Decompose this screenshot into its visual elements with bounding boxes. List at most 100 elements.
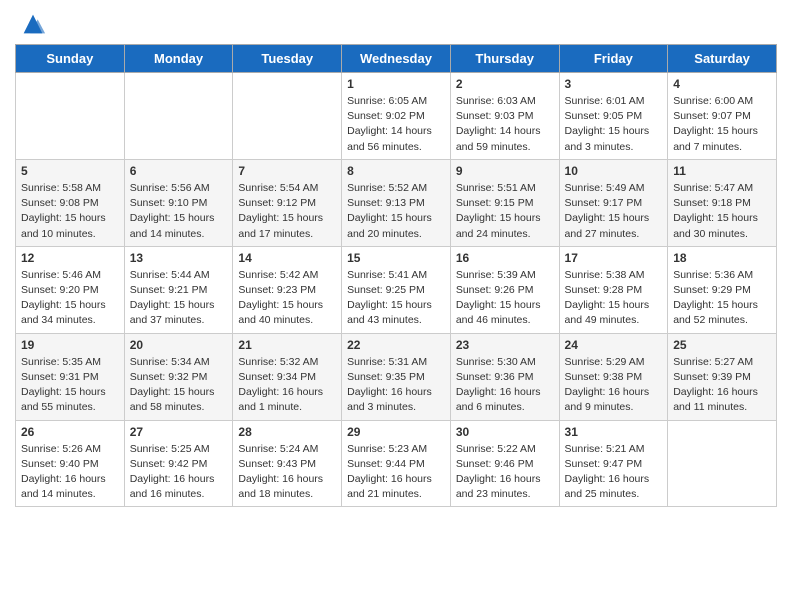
calendar: SundayMondayTuesdayWednesdayThursdayFrid… xyxy=(15,44,777,507)
logo-icon xyxy=(19,10,47,38)
day-cell-21: 21 Sunrise: 5:32 AMSunset: 9:34 PMDayligh… xyxy=(233,333,342,420)
day-info: Sunrise: 5:31 AMSunset: 9:35 PMDaylight:… xyxy=(347,355,445,416)
weekday-header-row: SundayMondayTuesdayWednesdayThursdayFrid… xyxy=(16,45,777,73)
day-number: 5 xyxy=(21,164,119,178)
day-info: Sunrise: 5:25 AMSunset: 9:42 PMDaylight:… xyxy=(130,442,228,503)
day-cell-20: 20 Sunrise: 5:34 AMSunset: 9:32 PMDayligh… xyxy=(124,333,233,420)
day-info: Sunrise: 5:36 AMSunset: 9:29 PMDaylight:… xyxy=(673,268,771,329)
day-cell-5: 5 Sunrise: 5:58 AMSunset: 9:08 PMDaylight… xyxy=(16,159,125,246)
day-cell-10: 10 Sunrise: 5:49 AMSunset: 9:17 PMDayligh… xyxy=(559,159,668,246)
day-cell-29: 29 Sunrise: 5:23 AMSunset: 9:44 PMDayligh… xyxy=(342,420,451,507)
day-info: Sunrise: 5:29 AMSunset: 9:38 PMDaylight:… xyxy=(565,355,663,416)
empty-cell xyxy=(668,420,777,507)
day-number: 27 xyxy=(130,425,228,439)
day-number: 10 xyxy=(565,164,663,178)
day-number: 6 xyxy=(130,164,228,178)
day-cell-1: 1 Sunrise: 6:05 AMSunset: 9:02 PMDaylight… xyxy=(342,73,451,160)
weekday-thursday: Thursday xyxy=(450,45,559,73)
week-row-3: 12 Sunrise: 5:46 AMSunset: 9:20 PMDayligh… xyxy=(16,246,777,333)
day-number: 29 xyxy=(347,425,445,439)
day-number: 22 xyxy=(347,338,445,352)
day-cell-4: 4 Sunrise: 6:00 AMSunset: 9:07 PMDaylight… xyxy=(668,73,777,160)
week-row-4: 19 Sunrise: 5:35 AMSunset: 9:31 PMDayligh… xyxy=(16,333,777,420)
day-cell-19: 19 Sunrise: 5:35 AMSunset: 9:31 PMDayligh… xyxy=(16,333,125,420)
day-number: 30 xyxy=(456,425,554,439)
day-number: 12 xyxy=(21,251,119,265)
day-cell-30: 30 Sunrise: 5:22 AMSunset: 9:46 PMDayligh… xyxy=(450,420,559,507)
day-info: Sunrise: 5:32 AMSunset: 9:34 PMDaylight:… xyxy=(238,355,336,416)
day-cell-15: 15 Sunrise: 5:41 AMSunset: 9:25 PMDayligh… xyxy=(342,246,451,333)
day-cell-13: 13Sunrise: 5:44 AMSunset: 9:21 PMDayligh… xyxy=(124,246,233,333)
weekday-sunday: Sunday xyxy=(16,45,125,73)
week-row-1: 1 Sunrise: 6:05 AMSunset: 9:02 PMDaylight… xyxy=(16,73,777,160)
day-cell-7: 7Sunrise: 5:54 AMSunset: 9:12 PMDaylight… xyxy=(233,159,342,246)
day-info: Sunrise: 5:27 AMSunset: 9:39 PMDaylight:… xyxy=(673,355,771,416)
day-info: Sunrise: 5:38 AMSunset: 9:28 PMDaylight:… xyxy=(565,268,663,329)
day-cell-27: 27 Sunrise: 5:25 AMSunset: 9:42 PMDayligh… xyxy=(124,420,233,507)
day-number: 28 xyxy=(238,425,336,439)
day-info: Sunrise: 5:58 AMSunset: 9:08 PMDaylight:… xyxy=(21,181,119,242)
day-info: Sunrise: 6:01 AMSunset: 9:05 PMDaylight:… xyxy=(565,94,663,155)
weekday-tuesday: Tuesday xyxy=(233,45,342,73)
day-cell-17: 17 Sunrise: 5:38 AMSunset: 9:28 PMDayligh… xyxy=(559,246,668,333)
day-cell-18: 18 Sunrise: 5:36 AMSunset: 9:29 PMDayligh… xyxy=(668,246,777,333)
day-number: 2 xyxy=(456,77,554,91)
day-number: 25 xyxy=(673,338,771,352)
day-number: 17 xyxy=(565,251,663,265)
logo xyxy=(15,10,47,38)
day-number: 11 xyxy=(673,164,771,178)
day-cell-26: 26 Sunrise: 5:26 AMSunset: 9:40 PMDayligh… xyxy=(16,420,125,507)
day-number: 19 xyxy=(21,338,119,352)
day-cell-31: 31 Sunrise: 5:21 AMSunset: 9:47 PMDayligh… xyxy=(559,420,668,507)
day-cell-12: 12 Sunrise: 5:46 AMSunset: 9:20 PMDayligh… xyxy=(16,246,125,333)
day-number: 20 xyxy=(130,338,228,352)
weekday-monday: Monday xyxy=(124,45,233,73)
day-cell-11: 11 Sunrise: 5:47 AMSunset: 9:18 PMDayligh… xyxy=(668,159,777,246)
day-info: Sunrise: 5:30 AMSunset: 9:36 PMDaylight:… xyxy=(456,355,554,416)
day-info: Sunrise: 6:05 AMSunset: 9:02 PMDaylight:… xyxy=(347,94,445,155)
day-info: Sunrise: 5:23 AMSunset: 9:44 PMDaylight:… xyxy=(347,442,445,503)
day-number: 3 xyxy=(565,77,663,91)
day-cell-9: 9Sunrise: 5:51 AMSunset: 9:15 PMDaylight… xyxy=(450,159,559,246)
day-cell-8: 8Sunrise: 5:52 AMSunset: 9:13 PMDaylight… xyxy=(342,159,451,246)
empty-cell xyxy=(233,73,342,160)
weekday-wednesday: Wednesday xyxy=(342,45,451,73)
day-cell-2: 2 Sunrise: 6:03 AMSunset: 9:03 PMDaylight… xyxy=(450,73,559,160)
day-number: 1 xyxy=(347,77,445,91)
day-info: Sunrise: 5:34 AMSunset: 9:32 PMDaylight:… xyxy=(130,355,228,416)
day-info: Sunrise: 5:21 AMSunset: 9:47 PMDaylight:… xyxy=(565,442,663,503)
day-number: 4 xyxy=(673,77,771,91)
day-number: 21 xyxy=(238,338,336,352)
day-info: Sunrise: 5:22 AMSunset: 9:46 PMDaylight:… xyxy=(456,442,554,503)
day-info: Sunrise: 5:49 AMSunset: 9:17 PMDaylight:… xyxy=(565,181,663,242)
day-info: Sunrise: 5:46 AMSunset: 9:20 PMDaylight:… xyxy=(21,268,119,329)
day-cell-3: 3 Sunrise: 6:01 AMSunset: 9:05 PMDaylight… xyxy=(559,73,668,160)
day-info: Sunrise: 5:47 AMSunset: 9:18 PMDaylight:… xyxy=(673,181,771,242)
day-number: 14 xyxy=(238,251,336,265)
day-info: Sunrise: 5:39 AMSunset: 9:26 PMDaylight:… xyxy=(456,268,554,329)
day-number: 7 xyxy=(238,164,336,178)
day-info: Sunrise: 5:26 AMSunset: 9:40 PMDaylight:… xyxy=(21,442,119,503)
day-number: 8 xyxy=(347,164,445,178)
day-cell-23: 23Sunrise: 5:30 AMSunset: 9:36 PMDayligh… xyxy=(450,333,559,420)
weekday-saturday: Saturday xyxy=(668,45,777,73)
day-number: 18 xyxy=(673,251,771,265)
day-number: 31 xyxy=(565,425,663,439)
day-cell-14: 14Sunrise: 5:42 AMSunset: 9:23 PMDayligh… xyxy=(233,246,342,333)
day-info: Sunrise: 5:41 AMSunset: 9:25 PMDaylight:… xyxy=(347,268,445,329)
day-cell-25: 25 Sunrise: 5:27 AMSunset: 9:39 PMDayligh… xyxy=(668,333,777,420)
day-info: Sunrise: 5:35 AMSunset: 9:31 PMDaylight:… xyxy=(21,355,119,416)
empty-cell xyxy=(16,73,125,160)
day-cell-24: 24 Sunrise: 5:29 AMSunset: 9:38 PMDayligh… xyxy=(559,333,668,420)
day-cell-28: 28Sunrise: 5:24 AMSunset: 9:43 PMDayligh… xyxy=(233,420,342,507)
day-info: Sunrise: 6:00 AMSunset: 9:07 PMDaylight:… xyxy=(673,94,771,155)
day-info: Sunrise: 5:56 AMSunset: 9:10 PMDaylight:… xyxy=(130,181,228,242)
day-number: 15 xyxy=(347,251,445,265)
weekday-friday: Friday xyxy=(559,45,668,73)
empty-cell xyxy=(124,73,233,160)
day-number: 24 xyxy=(565,338,663,352)
day-number: 16 xyxy=(456,251,554,265)
day-info: Sunrise: 6:03 AMSunset: 9:03 PMDaylight:… xyxy=(456,94,554,155)
week-row-2: 5 Sunrise: 5:58 AMSunset: 9:08 PMDaylight… xyxy=(16,159,777,246)
day-number: 26 xyxy=(21,425,119,439)
